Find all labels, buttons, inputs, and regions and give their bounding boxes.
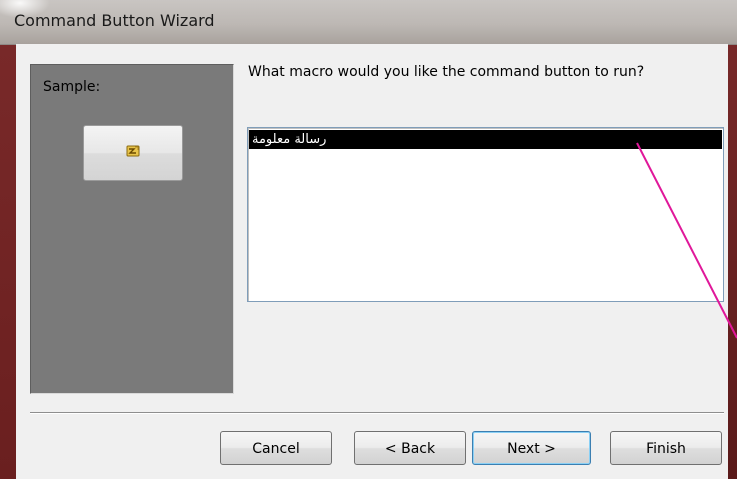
wizard-dialog: Sample: What macro would you like the co…	[16, 44, 728, 479]
macro-icon	[125, 143, 141, 163]
sample-command-button	[83, 125, 183, 181]
macro-list-item[interactable]: رسالة معلومة	[249, 130, 722, 149]
macro-listbox[interactable]: رسالة معلومة	[247, 127, 724, 302]
back-button[interactable]: < Back	[354, 431, 466, 465]
window-frame-right	[728, 0, 737, 479]
next-button[interactable]: Next >	[472, 431, 591, 465]
window-title: Command Button Wizard	[14, 11, 215, 30]
finish-button[interactable]: Finish	[610, 431, 722, 465]
window-frame-left	[0, 0, 16, 479]
cancel-button[interactable]: Cancel	[220, 431, 332, 465]
sample-panel: Sample:	[30, 64, 234, 394]
title-bar[interactable]: Command Button Wizard	[0, 0, 737, 45]
sample-label: Sample:	[43, 79, 101, 95]
footer-separator	[30, 412, 724, 414]
macro-question: What macro would you like the command bu…	[248, 64, 645, 80]
